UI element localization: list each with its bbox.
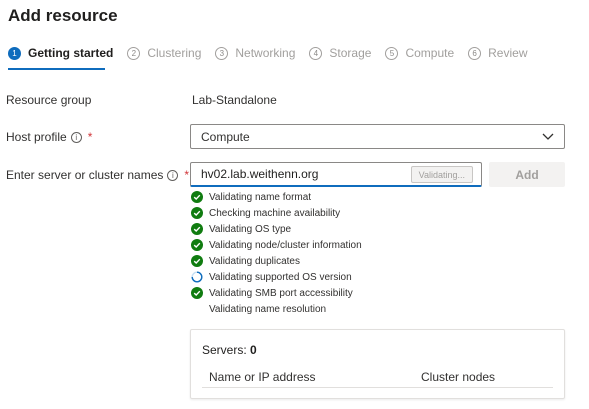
server-names-label-text: Enter server or cluster names [6, 168, 164, 182]
validation-item: Validating supported OS version [191, 269, 362, 285]
validation-label: Validating node/cluster information [209, 239, 362, 251]
host-profile-selected: Compute [201, 129, 250, 144]
step-label: Networking [235, 46, 296, 60]
step-getting-started[interactable]: 1 Getting started [8, 46, 113, 60]
step-storage[interactable]: 4 Storage [309, 46, 371, 60]
step-clustering[interactable]: 2 Clustering [127, 46, 201, 60]
step-label: Getting started [28, 46, 114, 60]
servers-count-value: 0 [250, 343, 257, 357]
required-marker: * [184, 168, 190, 182]
column-header-name[interactable]: Name or IP address [209, 370, 316, 384]
validation-label: Validating SMB port accessibility [209, 287, 353, 299]
servers-panel: Servers: 0 Name or IP address Cluster no… [190, 329, 565, 399]
add-button[interactable]: Add [489, 162, 565, 187]
step-number: 3 [215, 46, 229, 60]
servers-count: Servers: 0 [202, 343, 257, 357]
host-profile-dropdown[interactable]: Compute [190, 124, 565, 149]
chevron-down-icon [542, 133, 554, 140]
validation-item: Checking machine availability [191, 205, 362, 221]
validation-label: Validating duplicates [209, 255, 300, 267]
validation-item: Validating SMB port accessibility [191, 285, 362, 301]
step-number: 2 [127, 46, 141, 60]
page-title: Add resource [8, 6, 118, 25]
step-review[interactable]: 6 Review [468, 46, 528, 60]
info-icon[interactable]: i [167, 169, 179, 181]
check-circle-icon [191, 255, 203, 267]
validation-label: Checking machine availability [209, 207, 341, 219]
check-circle-icon [191, 287, 203, 299]
host-profile-label-text: Host profile [6, 130, 67, 144]
validation-item: Validating duplicates [191, 253, 362, 269]
validation-label: Validating name resolution [209, 303, 327, 315]
validation-item: Validating name format [191, 189, 362, 205]
validation-label: Validating supported OS version [209, 271, 352, 283]
active-step-indicator [8, 68, 105, 70]
step-compute[interactable]: 5 Compute [385, 46, 454, 60]
validation-item: Validating OS type [191, 221, 362, 237]
required-marker: * [87, 130, 93, 144]
step-label: Clustering [147, 46, 202, 60]
server-names-value: hv02.lab.weithenn.org [201, 167, 319, 181]
header-divider [202, 387, 553, 388]
step-number: 6 [468, 46, 482, 60]
validation-item: Validating node/cluster information [191, 237, 362, 253]
resource-group-label: Resource group [6, 93, 91, 107]
step-label: Review [488, 46, 528, 60]
server-names-input[interactable]: hv02.lab.weithenn.org Validating... [190, 162, 482, 187]
servers-title-text: Servers: [202, 343, 251, 357]
resource-group-label-text: Resource group [6, 93, 92, 107]
step-label: Compute [405, 46, 455, 60]
resource-group-value: Lab-Standalone [192, 93, 277, 107]
step-number: 4 [309, 46, 323, 60]
check-circle-icon [191, 239, 203, 251]
validation-item: Validating name resolution [191, 301, 362, 317]
check-circle-icon [191, 223, 203, 235]
column-header-cluster-nodes[interactable]: Cluster nodes [421, 370, 495, 384]
spinner-icon [191, 271, 203, 283]
info-icon[interactable]: i [70, 131, 82, 143]
validating-status-pill: Validating... [410, 166, 473, 183]
step-number: 1 [8, 46, 21, 60]
host-profile-label: Host profile i * [6, 130, 92, 144]
check-circle-icon [191, 191, 203, 203]
check-circle-icon [191, 207, 203, 219]
validation-label: Validating name format [209, 191, 312, 203]
step-number: 5 [385, 46, 399, 60]
validation-label: Validating OS type [209, 223, 292, 235]
validation-checklist: Validating name format Checking machine … [191, 189, 362, 317]
wizard-steps: 1 Getting started 2 Clustering 3 Network… [8, 44, 542, 62]
server-names-label: Enter server or cluster names i * [6, 168, 189, 182]
step-label: Storage [329, 46, 372, 60]
step-networking[interactable]: 3 Networking [215, 46, 295, 60]
